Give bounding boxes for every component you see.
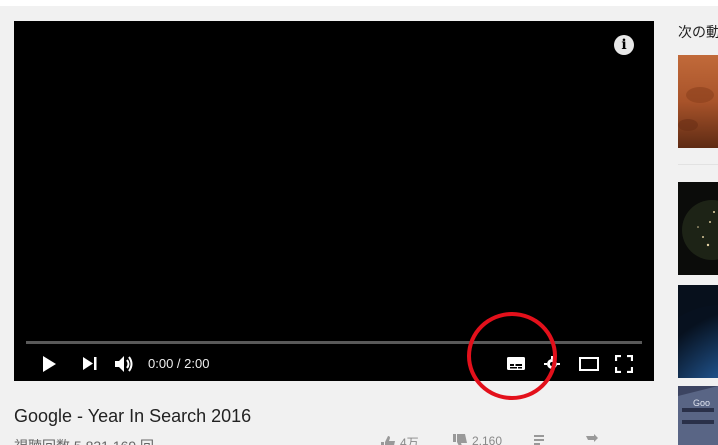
dislike-count: 2,160	[472, 434, 503, 445]
related-video-thumbnail[interactable]	[645, 285, 718, 445]
svg-text:Goo: Goo	[693, 398, 710, 408]
next-button[interactable]	[78, 346, 102, 381]
thumbs-up-icon	[381, 435, 395, 445]
view-count: 視聴回数 5,831,169 回	[14, 436, 154, 445]
theater-mode-button[interactable]	[576, 346, 602, 381]
thumbnail-image	[678, 182, 718, 275]
like-count: 4万	[400, 436, 419, 445]
thumbnail-image	[678, 55, 718, 148]
player-controls: 0:00 / 2:00	[14, 346, 654, 381]
related-video-thumbnail[interactable]	[678, 182, 718, 275]
thumbs-down-icon	[453, 434, 467, 445]
subtitles-icon	[507, 357, 525, 370]
info-icon[interactable]: i	[614, 35, 634, 55]
volume-icon	[115, 355, 133, 372]
thumbnail-image: Goo	[678, 386, 718, 445]
subtitles-button[interactable]	[504, 346, 528, 381]
like-button[interactable]: 4万	[380, 434, 419, 445]
skip-next-icon	[83, 357, 97, 370]
related-video-thumbnail[interactable]: Goo	[678, 386, 718, 445]
volume-button[interactable]	[113, 346, 137, 381]
sidebar-divider	[678, 164, 718, 165]
play-button[interactable]	[36, 346, 62, 381]
theater-mode-icon	[579, 356, 599, 371]
time-display: 0:00 / 2:00	[148, 356, 210, 371]
progress-bar[interactable]	[26, 341, 642, 344]
thumbnail-image	[645, 285, 718, 445]
video-title: Google - Year In Search 2016	[14, 406, 252, 426]
playlist-add-button[interactable]	[534, 434, 548, 445]
share-icon	[586, 434, 598, 442]
video-player[interactable]: i 0:00 / 2:00	[14, 21, 654, 381]
dislike-button[interactable]: 2,160	[452, 434, 502, 445]
fullscreen-button[interactable]	[612, 346, 636, 381]
settings-button[interactable]	[540, 346, 564, 381]
page: i 0:00 / 2:00 Google - Year In Search 20…	[0, 0, 718, 445]
share-button[interactable]	[586, 434, 598, 445]
play-icon	[43, 355, 56, 372]
fullscreen-icon	[615, 354, 633, 373]
gear-icon	[544, 355, 560, 372]
up-next-heading: 次の動	[678, 25, 718, 41]
top-bar	[0, 0, 718, 6]
related-video-thumbnail[interactable]	[678, 55, 718, 148]
playlist-add-icon	[534, 435, 544, 445]
